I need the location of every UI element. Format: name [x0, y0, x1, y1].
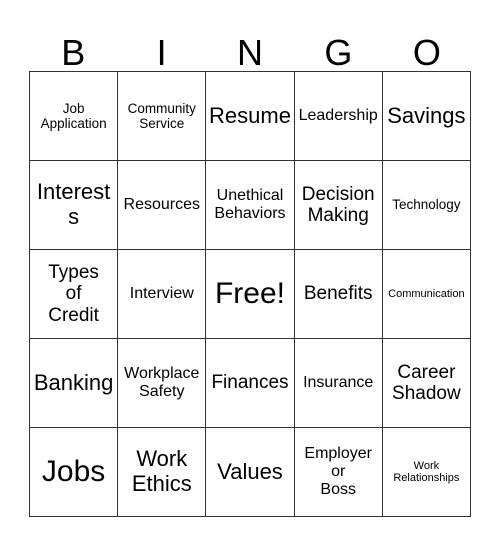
bingo-cell-i4[interactable]: Workplace Safety — [118, 339, 207, 428]
bingo-cell-label: Values — [217, 458, 283, 484]
bingo-cell-label: Workplace Safety — [124, 365, 200, 400]
bingo-cell-label: Resources — [123, 196, 201, 214]
bingo-cell-label: Career Shadow — [392, 361, 461, 404]
bingo-cell-n2[interactable]: Unethical Behaviors — [206, 161, 295, 250]
bingo-cell-i5[interactable]: Work Ethics — [118, 428, 207, 517]
header-letter-b: B — [61, 32, 86, 73]
bingo-cell-label: Finances — [211, 372, 289, 394]
bingo-cell-label: Jobs — [41, 455, 106, 489]
header-letter-n: N — [237, 32, 264, 73]
bingo-cell-o4[interactable]: Career Shadow — [382, 339, 471, 428]
bingo-cell-label: Work Ethics — [131, 446, 192, 496]
bingo-cell-o1[interactable]: Savings — [382, 72, 471, 161]
bingo-cell-label: Decision Making — [301, 183, 375, 226]
bingo-cell-label: Resume — [209, 102, 291, 128]
bingo-cell-o5[interactable]: Work Relationships — [382, 428, 471, 517]
bingo-cell-label: Community Service — [127, 100, 196, 131]
bingo-grid: Job Application Community Service Resume… — [29, 71, 471, 517]
bingo-cell-g5[interactable]: Employer or Boss — [294, 428, 383, 517]
bingo-cell-i1[interactable]: Community Service — [118, 72, 207, 161]
bingo-cell-label: Communication — [388, 287, 465, 300]
bingo-cell-label: Banking — [33, 369, 114, 395]
bingo-cell-label: Leadership — [298, 107, 378, 125]
bingo-cell-label: Work Relationships — [393, 459, 460, 484]
bingo-cell-n4[interactable]: Finances — [206, 339, 295, 428]
bingo-cell-label: Employer or Boss — [304, 445, 372, 498]
bingo-header: B I N G O — [29, 19, 471, 71]
bingo-cell-g2[interactable]: Decision Making — [294, 161, 383, 250]
bingo-cell-label: Interests — [36, 179, 111, 229]
bingo-cell-b4[interactable]: Banking — [30, 339, 119, 428]
free-space-label: Free! — [214, 277, 285, 311]
bingo-cell-label: Job Application — [40, 100, 107, 131]
bingo-cell-b2[interactable]: Interests — [30, 161, 119, 250]
bingo-cell-label: Insurance — [303, 374, 374, 392]
bingo-cell-label: Interview — [129, 285, 194, 303]
bingo-cell-b3[interactable]: Types of Credit — [30, 250, 119, 339]
bingo-cell-g4[interactable]: Insurance — [294, 339, 383, 428]
bingo-cell-o2[interactable]: Technology — [382, 161, 471, 250]
header-letter-i: I — [156, 32, 167, 73]
bingo-cell-o3[interactable]: Communication — [382, 250, 471, 339]
bingo-cell-b5[interactable]: Jobs — [30, 428, 119, 517]
header-letter-o: O — [412, 32, 441, 73]
bingo-cell-b1[interactable]: Job Application — [30, 72, 119, 161]
bingo-cell-label: Technology — [392, 197, 461, 213]
bingo-cell-i3[interactable]: Interview — [118, 250, 207, 339]
bingo-cell-i2[interactable]: Resources — [118, 161, 207, 250]
bingo-cell-label: Benefits — [303, 283, 373, 305]
bingo-cell-free-space[interactable]: Free! — [206, 250, 295, 339]
bingo-cell-label: Types of Credit — [48, 262, 99, 326]
bingo-cell-n1[interactable]: Resume — [206, 72, 295, 161]
bingo-card: B I N G O Job Application Community Serv… — [0, 0, 500, 544]
bingo-cell-n5[interactable]: Values — [206, 428, 295, 517]
bingo-cell-g1[interactable]: Leadership — [294, 72, 383, 161]
header-letter-g: G — [324, 32, 353, 73]
bingo-cell-label: Savings — [387, 102, 466, 128]
bingo-cell-label: Unethical Behaviors — [214, 187, 286, 222]
bingo-cell-g3[interactable]: Benefits — [294, 250, 383, 339]
